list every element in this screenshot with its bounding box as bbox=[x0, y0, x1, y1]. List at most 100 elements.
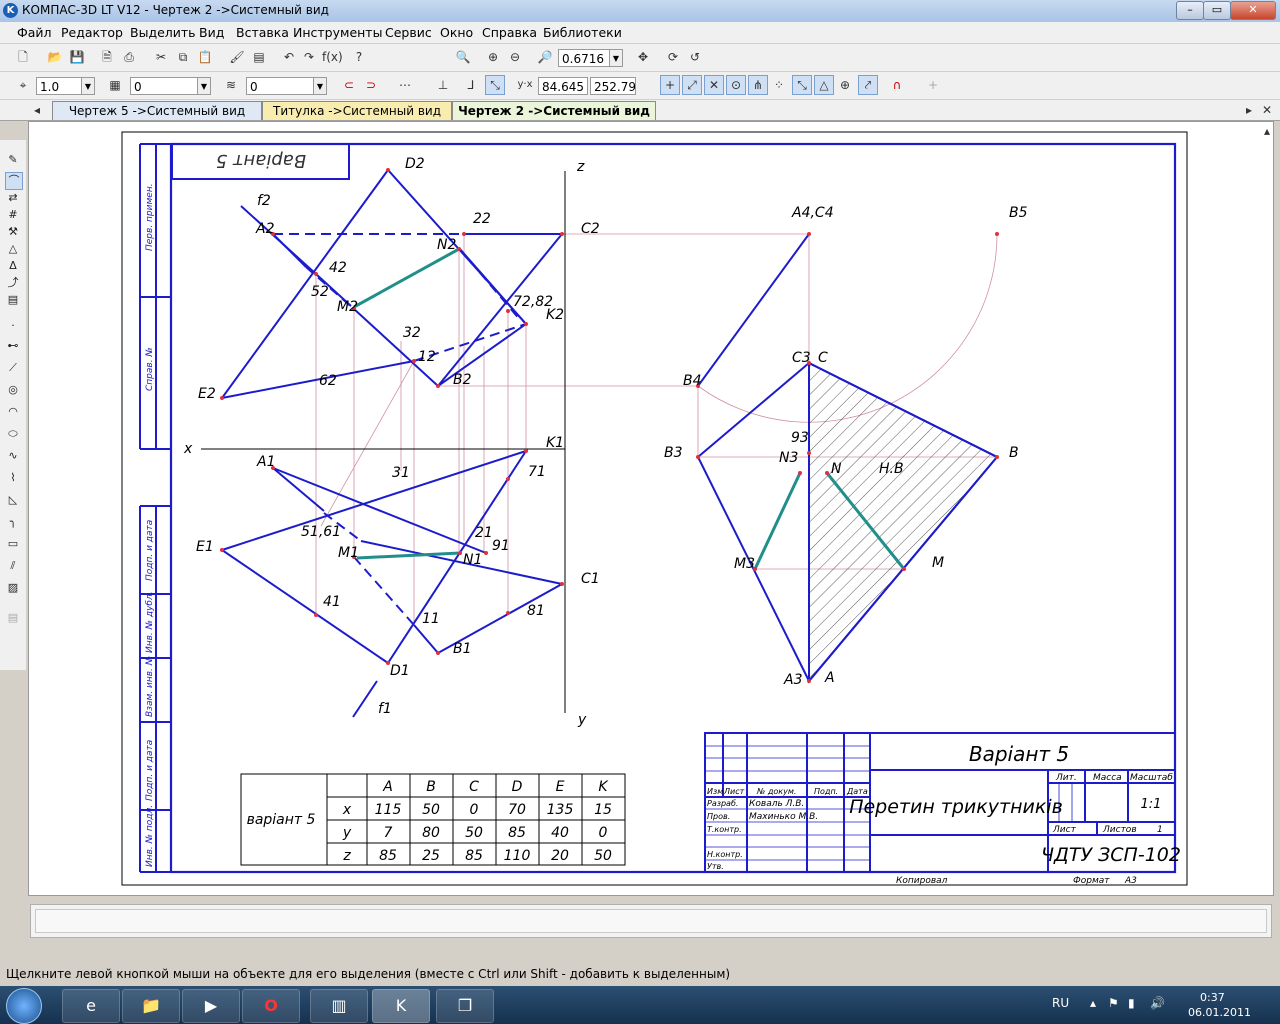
point-icon[interactable]: · bbox=[5, 318, 21, 334]
zoom-field[interactable]: 0.6716 bbox=[558, 49, 610, 67]
coord-x-field[interactable]: 84.645 bbox=[538, 77, 588, 95]
menu-edit[interactable]: Редактор bbox=[61, 25, 123, 40]
manager-icon[interactable]: ▤ bbox=[250, 48, 268, 66]
language-indicator[interactable]: RU bbox=[1052, 996, 1069, 1010]
snap-normal-icon[interactable]: ⋔ bbox=[748, 75, 768, 95]
spec-icon[interactable]: ⤴ bbox=[5, 275, 21, 291]
spline-icon[interactable]: ∿ bbox=[5, 448, 21, 464]
menu-tools[interactable]: Инструменты bbox=[293, 25, 382, 40]
equidistant-icon[interactable]: ⫽ bbox=[5, 558, 21, 574]
coord-y-field[interactable]: 252.79 bbox=[590, 77, 636, 95]
snap-midpoint-icon[interactable]: ⤢ bbox=[682, 75, 702, 95]
select-icon[interactable]: Δ bbox=[5, 258, 21, 274]
clock-date[interactable]: 06.01.2011 bbox=[1188, 1006, 1251, 1019]
explorer-taskbar-icon[interactable]: 📁 bbox=[122, 989, 180, 1023]
dimensions-icon[interactable]: ⌒ bbox=[5, 172, 23, 190]
ellipse-icon[interactable]: ⬭ bbox=[5, 426, 21, 442]
snap-tangent-icon[interactable]: ⊙ bbox=[726, 75, 746, 95]
geometry-icon[interactable]: ✎ bbox=[5, 152, 21, 168]
local-cs-icon[interactable]: ⤡ bbox=[485, 75, 505, 95]
help-pointer-icon[interactable]: ? bbox=[350, 48, 368, 66]
paste-icon[interactable]: 📋 bbox=[196, 48, 214, 66]
undo-icon[interactable]: ↶ bbox=[280, 48, 298, 66]
step-field[interactable]: 1.0 bbox=[36, 77, 82, 95]
ie-taskbar-icon[interactable]: e bbox=[62, 989, 120, 1023]
style-icon[interactable]: ≋ bbox=[222, 76, 240, 94]
snap-point-on-curve-icon[interactable]: ⤤ bbox=[858, 75, 878, 95]
round-icon[interactable]: ⅃ bbox=[462, 76, 480, 94]
style-dropdown[interactable]: ▼ bbox=[313, 77, 327, 95]
copy-icon[interactable]: ⧉ bbox=[174, 48, 192, 66]
print-preview-icon[interactable]: 🗎 bbox=[98, 48, 116, 66]
snap-align-icon[interactable]: △ bbox=[814, 75, 834, 95]
segment-icon[interactable]: ⟋ bbox=[5, 360, 21, 376]
drawing-workspace[interactable]: Перв. примен. Справ. № Подп. и дата Инв.… bbox=[28, 121, 1274, 896]
formula-icon[interactable]: f(x) bbox=[322, 48, 343, 66]
zoom-out-icon[interactable]: ⊖ bbox=[506, 48, 524, 66]
tab-drawing-5[interactable]: Чертеж 5 ->Системный вид bbox=[52, 101, 262, 120]
menu-service[interactable]: Сервис bbox=[385, 25, 432, 40]
start-button[interactable] bbox=[6, 988, 42, 1024]
menu-select[interactable]: Выделить bbox=[130, 25, 196, 40]
volume-icon[interactable]: 🔊 bbox=[1150, 996, 1165, 1010]
edit-icon[interactable]: # bbox=[5, 207, 21, 223]
menu-window[interactable]: Окно bbox=[440, 25, 473, 40]
snap-center-icon[interactable]: ⊕ bbox=[836, 76, 854, 94]
step-icon[interactable]: ⌖ bbox=[14, 76, 32, 94]
winrar-taskbar-icon[interactable]: ▥ bbox=[310, 989, 368, 1023]
ortho-icon[interactable]: ⊥ bbox=[434, 76, 452, 94]
snap-nearest-point-icon[interactable]: + bbox=[660, 75, 680, 95]
print-icon[interactable]: ⎙ bbox=[120, 48, 138, 66]
snap-angle-icon[interactable]: ⤡ bbox=[792, 75, 812, 95]
symbols-icon[interactable]: ⇄ bbox=[5, 190, 21, 206]
hatch-icon[interactable]: ▨ bbox=[5, 580, 21, 596]
style-field[interactable]: 0 bbox=[246, 77, 314, 95]
layer-dropdown[interactable]: ▼ bbox=[197, 77, 211, 95]
open-icon[interactable]: 📂 bbox=[46, 48, 64, 66]
maximize-button[interactable]: ▭ bbox=[1203, 1, 1231, 20]
cut-icon[interactable]: ✂ bbox=[152, 48, 170, 66]
new-document-icon[interactable]: 🗋 bbox=[14, 48, 32, 66]
tab-title-page[interactable]: Титулка ->Системный вид bbox=[262, 101, 452, 120]
measure-icon[interactable]: △ bbox=[5, 241, 21, 257]
tabs-scroll-left-icon[interactable]: ◂ bbox=[28, 101, 46, 119]
close-button[interactable]: ✕ bbox=[1230, 1, 1276, 20]
flag-icon[interactable]: ⚑ bbox=[1108, 996, 1119, 1010]
arc-icon[interactable]: ◠ bbox=[5, 404, 21, 420]
zoom-scale-icon[interactable]: 🔎 bbox=[536, 48, 554, 66]
auxiliary-line-icon[interactable]: ⊷ bbox=[5, 338, 21, 354]
snap-magnet-global-icon[interactable]: ∩ bbox=[888, 76, 906, 94]
save-icon[interactable]: 💾 bbox=[68, 48, 86, 66]
scroll-up-icon[interactable]: ▴ bbox=[1258, 122, 1276, 140]
opera-taskbar-icon[interactable]: O bbox=[242, 989, 300, 1023]
snap-magnet2-icon[interactable]: ⊃ bbox=[362, 76, 380, 94]
snap-intersection-icon[interactable]: ✕ bbox=[704, 75, 724, 95]
tray-chevron-icon[interactable]: ▴ bbox=[1090, 996, 1096, 1010]
network-icon[interactable]: ▮ bbox=[1128, 996, 1135, 1010]
menu-view[interactable]: Вид bbox=[199, 25, 224, 40]
grid-icon[interactable]: ⋯ bbox=[396, 76, 414, 94]
menu-insert[interactable]: Вставка bbox=[236, 25, 289, 40]
kompas-taskbar-icon[interactable]: K bbox=[372, 989, 430, 1023]
minimize-button[interactable]: – bbox=[1176, 1, 1204, 20]
clock-time[interactable]: 0:37 bbox=[1200, 991, 1225, 1004]
properties-icon[interactable]: 🖌 bbox=[228, 48, 246, 66]
tabs-close-icon[interactable]: ✕ bbox=[1258, 101, 1276, 119]
drawing-canvas[interactable]: Перв. примен. Справ. № Подп. и дата Инв.… bbox=[29, 122, 1273, 895]
snap-more-icon[interactable]: + bbox=[924, 76, 942, 94]
parametrization-icon[interactable]: ⚒ bbox=[5, 224, 21, 240]
fillet-icon[interactable]: ╮ bbox=[5, 514, 21, 530]
tab-drawing-2[interactable]: Чертеж 2 ->Системный вид bbox=[452, 101, 656, 120]
zoom-dropdown[interactable]: ▼ bbox=[609, 49, 623, 67]
redo-icon[interactable]: ↷ bbox=[300, 48, 318, 66]
polyline-icon[interactable]: ⌇ bbox=[5, 470, 21, 486]
media-player-taskbar-icon[interactable]: ▶ bbox=[182, 989, 240, 1023]
reports-icon[interactable]: ▤ bbox=[5, 292, 21, 308]
menu-help[interactable]: Справка bbox=[482, 25, 537, 40]
layer-field[interactable]: 0 bbox=[130, 77, 198, 95]
zoom-window-icon[interactable]: 🔍 bbox=[454, 48, 472, 66]
windows-taskbar-icon[interactable]: ❐ bbox=[436, 989, 494, 1023]
menu-file[interactable]: Файл bbox=[17, 25, 52, 40]
step-dropdown[interactable]: ▼ bbox=[81, 77, 95, 95]
snap-grid-icon[interactable]: ⁘ bbox=[770, 76, 788, 94]
